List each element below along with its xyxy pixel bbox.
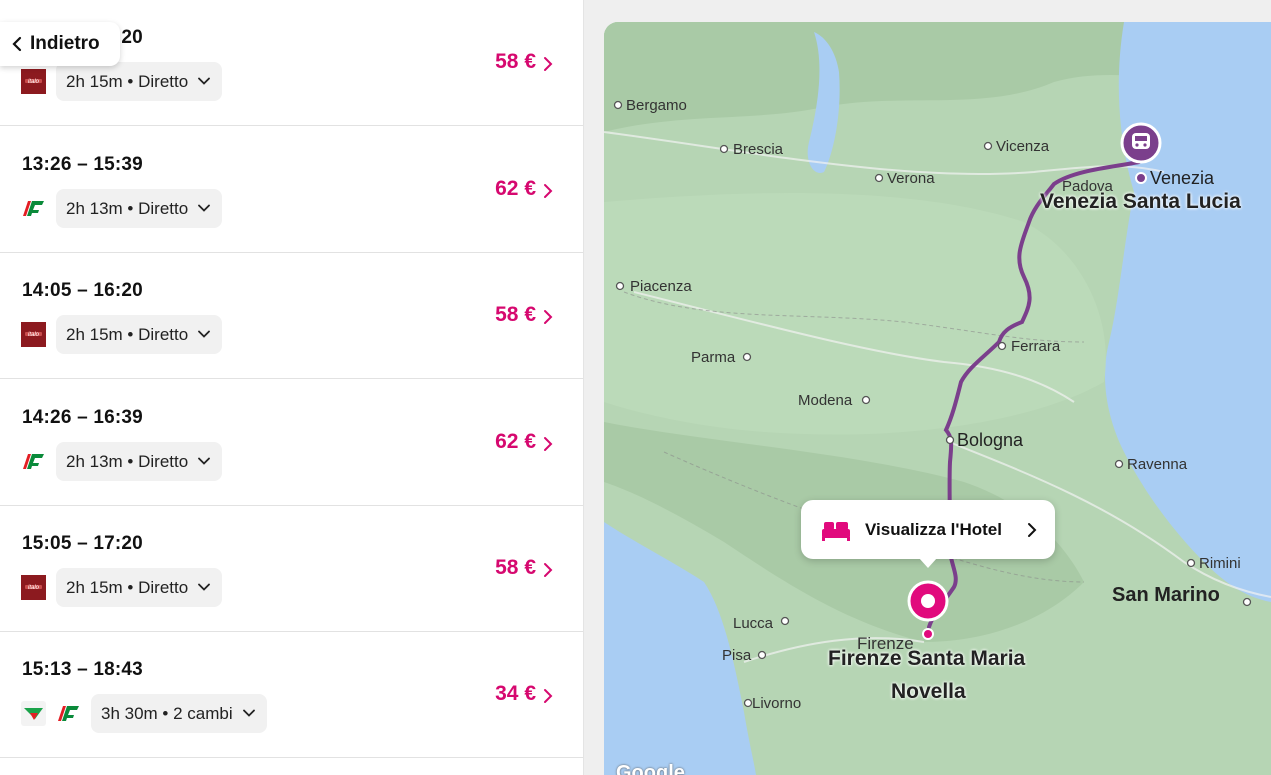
operator-logos bbox=[21, 448, 46, 474]
train-icon bbox=[1132, 133, 1150, 149]
chevron-down-icon bbox=[242, 704, 255, 724]
chevron-left-icon bbox=[12, 36, 22, 52]
svg-text:italo: italo bbox=[28, 332, 40, 338]
view-hotel-label: Visualizza l'Hotel bbox=[865, 519, 1002, 539]
city-label-ravenna: Ravenna bbox=[1127, 456, 1188, 473]
station-label-venezia: Venezia Santa Lucia bbox=[1040, 190, 1241, 213]
ticket-price: 58 € bbox=[495, 303, 536, 326]
chevron-down-icon bbox=[198, 325, 211, 345]
flixbus-logo bbox=[21, 700, 46, 726]
station-label-firenze-1: Firenze Santa Maria bbox=[828, 647, 1026, 670]
city-label-livorno: Livorno bbox=[752, 695, 802, 712]
city-label-brescia: Brescia bbox=[733, 141, 784, 158]
train-results-list: 13:05 – 15:20italo2h 15m • Diretto58 €13… bbox=[0, 0, 584, 775]
journey-details-dropdown[interactable]: 2h 15m • Diretto bbox=[56, 315, 223, 354]
chevron-down-icon bbox=[198, 452, 211, 472]
chevron-down-icon bbox=[198, 72, 211, 92]
italo-logo: italo bbox=[21, 574, 46, 600]
departure-arrival-time: 15:05 – 17:20 bbox=[22, 533, 143, 554]
train-option-row[interactable]: 13:26 – 15:39 2h 13m • Diretto 62 € bbox=[0, 127, 583, 253]
city-label-verona: Verona bbox=[887, 170, 935, 187]
duration-summary: 2h 15m • Diretto bbox=[66, 71, 189, 91]
chevron-down-icon bbox=[198, 578, 211, 598]
operator-logos bbox=[21, 195, 46, 221]
trenitalia-logo bbox=[56, 701, 81, 726]
departure-arrival-time: 14:05 – 16:20 bbox=[22, 280, 143, 301]
departure-arrival-time: 15:13 – 18:43 bbox=[22, 659, 143, 680]
journey-details-dropdown[interactable]: 2h 13m • Diretto bbox=[56, 442, 223, 481]
chevron-right-icon bbox=[1028, 522, 1037, 537]
back-label: Indietro bbox=[30, 33, 100, 54]
back-button[interactable]: Indietro bbox=[0, 22, 120, 66]
city-label-lucca: Lucca bbox=[733, 615, 774, 632]
operator-logos: italo bbox=[21, 321, 46, 347]
city-label-modena: Modena bbox=[798, 392, 853, 409]
city-label-rimini: Rimini bbox=[1199, 555, 1241, 572]
departure-arrival-time: 13:26 – 15:39 bbox=[22, 154, 143, 175]
ticket-price: 58 € bbox=[495, 556, 536, 579]
operator-logos bbox=[21, 700, 81, 726]
italo-logo: italo bbox=[21, 321, 46, 347]
ticket-price: 58 € bbox=[495, 50, 536, 73]
ticket-price: 62 € bbox=[495, 430, 536, 453]
duration-summary: 2h 13m • Diretto bbox=[66, 451, 189, 471]
duration-summary: 3h 30m • 2 cambi bbox=[101, 703, 233, 723]
journey-details-dropdown[interactable]: 3h 30m • 2 cambi bbox=[91, 694, 267, 733]
operator-logos: italo bbox=[21, 68, 46, 94]
journey-details-dropdown[interactable]: 2h 15m • Diretto bbox=[56, 62, 223, 101]
trenitalia-logo bbox=[21, 449, 46, 474]
train-option-row[interactable]: 15:05 – 17:20 italo 2h 15m • Diretto 58 € bbox=[0, 506, 583, 632]
duration-summary: 2h 15m • Diretto bbox=[66, 577, 189, 597]
svg-text:italo: italo bbox=[28, 585, 40, 591]
operator-logos: italo bbox=[21, 574, 46, 600]
city-label-ferrara: Ferrara bbox=[1011, 338, 1061, 355]
journey-details-dropdown[interactable]: 2h 13m • Diretto bbox=[56, 189, 223, 228]
ticket-price: 62 € bbox=[495, 177, 536, 200]
train-option-row[interactable]: 15:13 – 18:43 3h 30m • 2 cambi 34 € bbox=[0, 632, 583, 758]
duration-summary: 2h 13m • Diretto bbox=[66, 198, 189, 218]
ticket-price: 34 € bbox=[495, 682, 536, 705]
city-label-bologna: Bologna bbox=[957, 430, 1024, 450]
station-label-firenze-2: Novella bbox=[891, 680, 966, 703]
city-label-vicenza: Vicenza bbox=[996, 138, 1050, 155]
app-root: 13:05 – 15:20italo2h 15m • Diretto58 €13… bbox=[0, 0, 1271, 775]
route-map[interactable]: Bergamo Brescia Vicenza Verona Padova Ve… bbox=[604, 22, 1271, 775]
departure-arrival-time: 14:26 – 16:39 bbox=[22, 407, 143, 428]
chevron-down-icon bbox=[198, 199, 211, 219]
journey-details-dropdown[interactable]: 2h 15m • Diretto bbox=[56, 568, 223, 607]
duration-summary: 2h 15m • Diretto bbox=[66, 324, 189, 344]
city-label-san-marino: San Marino bbox=[1112, 584, 1220, 606]
bed-icon bbox=[822, 521, 850, 541]
italo-logo: italo bbox=[21, 68, 46, 94]
city-label-parma: Parma bbox=[691, 349, 736, 366]
train-option-row[interactable]: 14:26 – 16:39 2h 13m • Diretto 62 € bbox=[0, 380, 583, 506]
city-label-venezia: Venezia bbox=[1150, 168, 1215, 188]
train-option-row[interactable]: 14:05 – 16:20 italo 2h 15m • Diretto 58 € bbox=[0, 253, 583, 379]
city-label-pisa: Pisa bbox=[722, 647, 752, 664]
trenitalia-logo bbox=[21, 196, 46, 221]
svg-text:italo: italo bbox=[28, 79, 40, 85]
city-label-piacenza: Piacenza bbox=[630, 278, 692, 295]
view-hotel-button[interactable]: Visualizza l'Hotel bbox=[801, 500, 1055, 568]
google-attribution: Google bbox=[616, 762, 685, 775]
city-label-bergamo: Bergamo bbox=[626, 97, 687, 114]
